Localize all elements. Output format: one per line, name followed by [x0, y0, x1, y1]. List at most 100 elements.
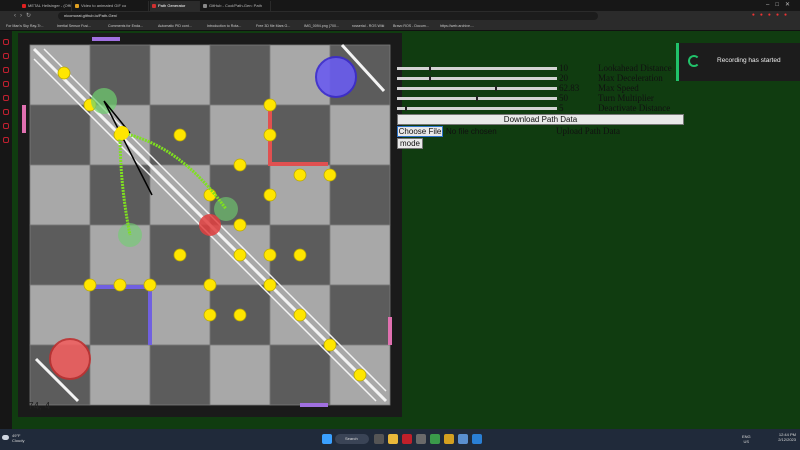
vscode-icon[interactable] [472, 434, 482, 444]
bookmark-item[interactable]: Introduction to Rota... [207, 23, 241, 30]
slider-thumb[interactable] [476, 96, 478, 101]
field-disc [293, 308, 307, 322]
slider-thumb[interactable] [404, 106, 407, 111]
upload-path-data-label: Upload Path Data [556, 126, 620, 136]
bookmark-item[interactable]: For Man's Sky Ray-Tr... [6, 23, 44, 30]
slider-thumb[interactable] [428, 76, 431, 81]
sidebar-music-icon[interactable] [3, 81, 9, 87]
file-explorer-icon[interactable] [388, 434, 398, 444]
field-tile [329, 104, 391, 166]
field-tile [29, 284, 91, 346]
field-tile [149, 44, 211, 106]
tab-path-generator[interactable]: Path Generator [150, 1, 200, 11]
bookmark-item[interactable]: IMG_0094.png (700... [304, 23, 339, 30]
slider-row-turn: 50 Turn Multiplier [397, 93, 700, 103]
bookmark-item[interactable]: Comments for Enda... [108, 23, 143, 30]
field-disc [233, 248, 247, 262]
sidebar-downloads-icon[interactable] [3, 109, 9, 115]
bookmark-item[interactable]: Inertial Sensor Fusi... [57, 23, 91, 30]
mode-button[interactable]: mode [397, 138, 423, 149]
field-disc [293, 248, 307, 262]
app-icon[interactable] [416, 434, 426, 444]
windows-start-icon[interactable] [322, 434, 332, 444]
slider-value: 20 [559, 73, 568, 83]
clock[interactable]: 12:44 PM 2/12/2023 [778, 432, 796, 442]
alliance-station [388, 317, 392, 345]
field-tile [29, 104, 91, 166]
field-disc [203, 188, 217, 202]
slider-thumb[interactable] [494, 86, 497, 91]
slider-row-deactivate: 5 Deactivate Distance [397, 103, 700, 113]
slider-value: 5 [559, 103, 564, 113]
download-path-data-button[interactable]: Download Path Data [397, 114, 684, 125]
alliance-station [92, 37, 120, 41]
max-speed-slider[interactable] [397, 86, 557, 91]
url-field[interactable]: nicomorat.github.io/Path-Gen/ [58, 12, 598, 20]
field-disc [143, 278, 157, 292]
field-tile [329, 284, 391, 346]
app-icon[interactable] [430, 434, 440, 444]
taskbar-search[interactable]: Search [335, 434, 369, 444]
field-disc [353, 368, 367, 382]
field-canvas[interactable]: 74, 4 [18, 33, 402, 417]
field-disc [323, 338, 337, 352]
sidebar-extensions-icon[interactable] [3, 137, 9, 143]
field-disc [83, 278, 97, 292]
bookmark-item[interactable]: Automatic PID cont... [158, 23, 192, 30]
cloud-icon [2, 435, 9, 440]
field-disc [263, 248, 277, 262]
sidebar-messenger-icon[interactable] [3, 53, 9, 59]
opera-gx-icon[interactable] [402, 434, 412, 444]
slider-value: 10 [559, 63, 568, 73]
sidebar-whatsapp-icon[interactable] [3, 67, 9, 73]
task-view-icon[interactable] [374, 434, 384, 444]
browser-sidebar [0, 31, 12, 429]
weather-widget[interactable]: 49°F Cloudy [12, 433, 24, 443]
target-marker [199, 214, 221, 236]
slider-row-deceleration: 20 Max Deceleration [397, 73, 700, 83]
field-tile [89, 344, 151, 406]
sidebar-home-icon[interactable] [3, 39, 9, 45]
language-indicator[interactable]: ENG US [742, 434, 751, 444]
lookahead-distance-slider[interactable] [397, 66, 557, 71]
field-disc [57, 66, 71, 80]
app-icon[interactable] [458, 434, 468, 444]
blue-barrier [148, 285, 152, 345]
field-disc [263, 98, 277, 112]
turn-multiplier-slider[interactable] [397, 96, 557, 101]
window-controls[interactable]: –□✕ [766, 1, 796, 8]
sidebar-settings-icon[interactable] [3, 123, 9, 129]
field-disc [203, 308, 217, 322]
address-bar-row: ‹›↻ nicomorat.github.io/Path-Gen/ ●●●●● [0, 11, 800, 22]
bookmark-item[interactable]: Free 3D file Mars G... [256, 23, 290, 30]
bookmark-item[interactable]: Bravo ROS - Docum... [393, 23, 429, 30]
max-deceleration-slider[interactable] [397, 76, 557, 81]
slider-label: Lookahead Distance [598, 63, 672, 73]
field-tile [29, 224, 91, 286]
choose-file-button[interactable]: Choose File [397, 126, 443, 137]
app-icon[interactable] [444, 434, 454, 444]
slider-thumb[interactable] [428, 66, 431, 71]
bookmark-item[interactable]: https://web.archive.... [440, 23, 474, 30]
slider-label: Deactivate Distance [598, 103, 671, 113]
field-tile [209, 44, 271, 106]
field-disc [233, 308, 247, 322]
path-start-disc [115, 126, 129, 140]
page-content: 74, 4 10 Lookahead Distance 20 Max Decel… [12, 31, 800, 429]
bookmark-item[interactable]: rosserial - ROS Wiki [352, 23, 384, 30]
recording-toast[interactable]: Recording has started [676, 43, 800, 81]
deactivate-distance-slider[interactable] [397, 106, 557, 111]
tab-video-to-gif[interactable]: Video to animated GIF co [73, 1, 149, 11]
field-tile [29, 164, 91, 226]
sidebar-history-icon[interactable] [3, 95, 9, 101]
field-tile [269, 344, 331, 406]
nav-buttons[interactable]: ‹›↻ [14, 12, 35, 19]
coordinate-readout: 74, 4 [28, 401, 51, 412]
field-tile [209, 104, 271, 166]
tab-metal-hellsinger[interactable]: METAL Hellsinger - (Offi [20, 1, 72, 11]
browser-toolbar-icons[interactable]: ●●●●● [752, 12, 792, 18]
field-disc [263, 128, 277, 142]
field-disc [233, 158, 247, 172]
tab-github-path-gen[interactable]: GitHub - Cool/Path-Gen: Path [201, 1, 271, 11]
field-tile [329, 164, 391, 226]
